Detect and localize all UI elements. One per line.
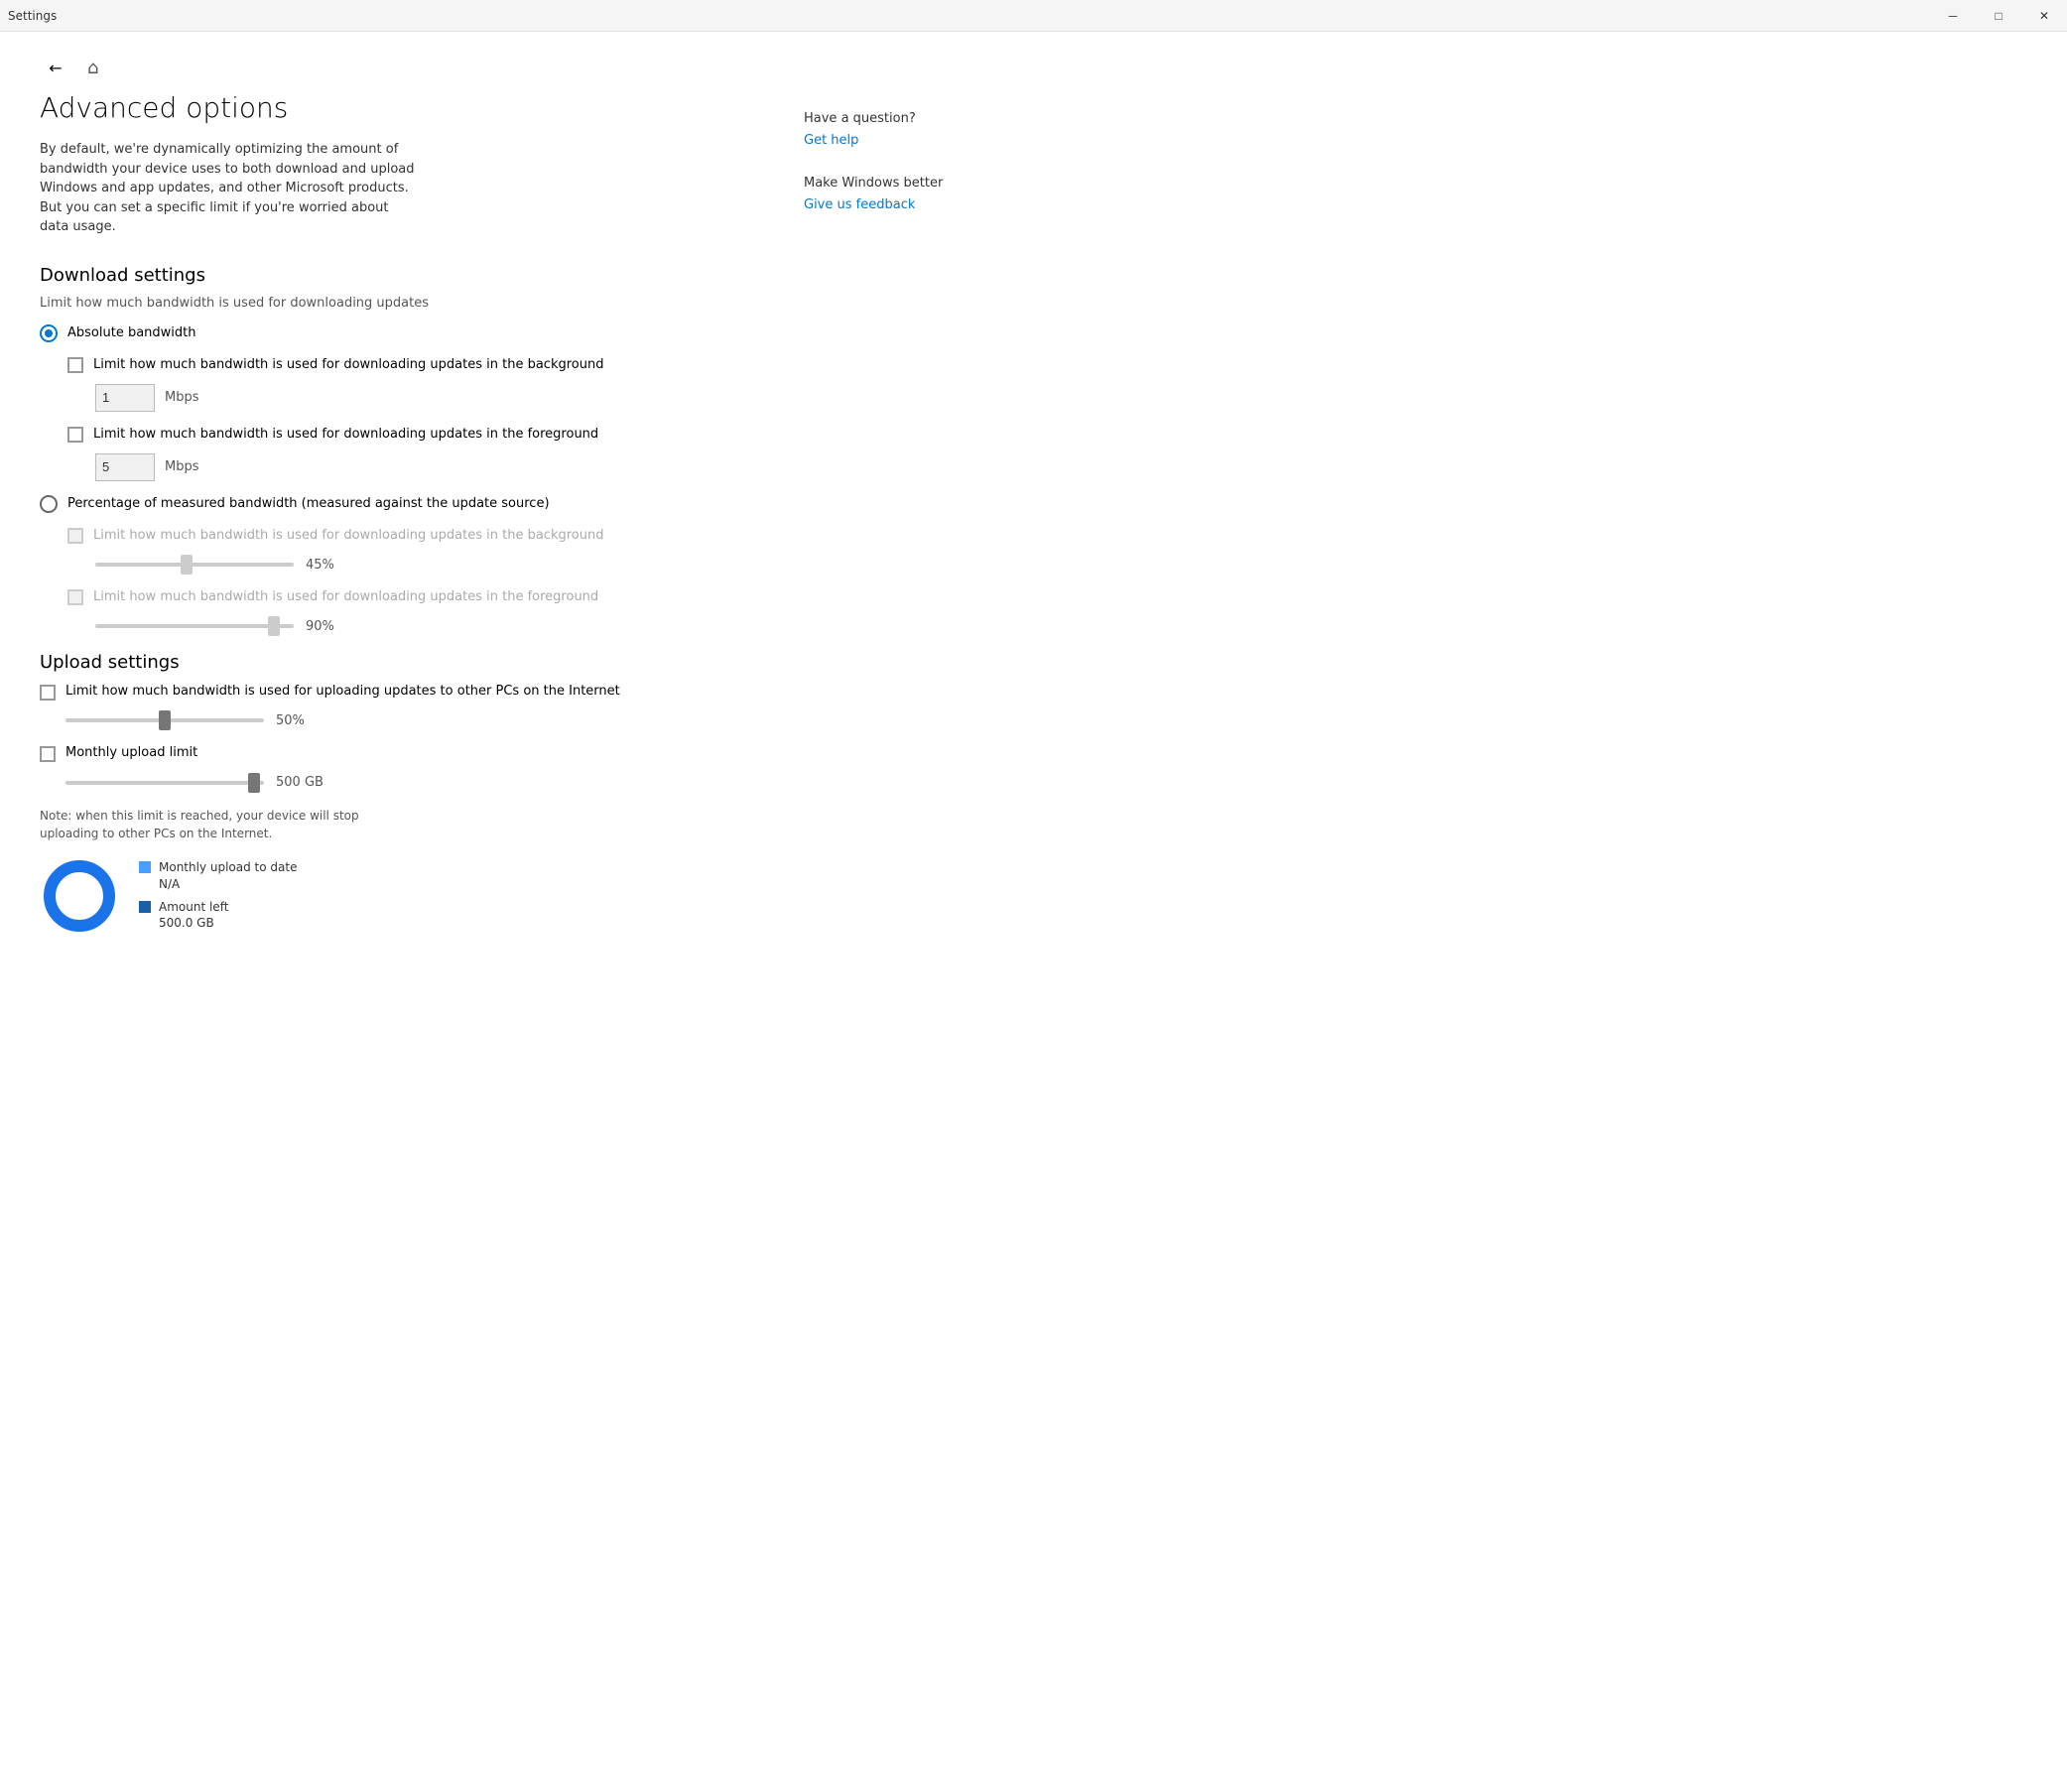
- radio-percentage-label: Percentage of measured bandwidth (measur…: [67, 496, 550, 511]
- back-icon: ←: [49, 59, 62, 77]
- fg-percent-checkbox-label: Limit how much bandwidth is used for dow…: [93, 588, 598, 606]
- fg-slider-track: [95, 624, 294, 628]
- bg-slider-container: [95, 555, 294, 575]
- bg-slider-thumb: [181, 555, 193, 575]
- donut-chart: [40, 856, 119, 936]
- help-section: Have a question? Get help: [804, 111, 982, 148]
- right-panel: Have a question? Get help Make Windows b…: [774, 32, 1012, 1792]
- monthly-checkbox-row: Monthly upload limit: [40, 744, 734, 762]
- foreground-mbps-input[interactable]: [95, 453, 155, 481]
- background-checkbox[interactable]: [67, 357, 83, 373]
- title-bar-title: Settings: [8, 9, 57, 23]
- radio-absolute-bandwidth[interactable]: Absolute bandwidth: [40, 324, 734, 342]
- bg-slider-track: [95, 563, 294, 567]
- download-sub-label: Limit how much bandwidth is used for dow…: [40, 296, 734, 311]
- upload-slider-value: 50%: [276, 713, 305, 728]
- monthly-slider-thumb: [248, 773, 260, 793]
- legend-amount-label: Amount left: [159, 900, 228, 914]
- bg-percent-checkbox: [67, 528, 83, 544]
- fg-slider-container: [95, 616, 294, 636]
- fg-slider-value: 90%: [306, 619, 334, 634]
- upload-slider-track: [65, 718, 264, 722]
- content-area: ← ⌂ Advanced options By default, we're d…: [0, 32, 2067, 1792]
- radio-absolute-input[interactable]: [40, 324, 58, 342]
- foreground-checkbox-label: Limit how much bandwidth is used for dow…: [93, 426, 598, 444]
- upload-checkbox-label: Limit how much bandwidth is used for upl…: [65, 683, 620, 701]
- page-title: Advanced options: [40, 91, 734, 124]
- monthly-slider-row: 500 GB: [65, 773, 734, 793]
- radio-percentage-bandwidth[interactable]: Percentage of measured bandwidth (measur…: [40, 495, 734, 513]
- upload-slider-row: 50%: [65, 710, 734, 730]
- legend-monthly-value: N/A: [159, 877, 180, 891]
- background-input-row: Mbps: [95, 384, 734, 412]
- chart-legend: Monthly upload to date N/A Amount left 5…: [139, 859, 297, 932]
- monthly-checkbox-label: Monthly upload limit: [65, 744, 197, 762]
- home-icon: ⌂: [87, 58, 98, 78]
- monthly-checkbox[interactable]: [40, 746, 56, 762]
- make-better-heading: Make Windows better: [804, 176, 982, 191]
- foreground-checkbox[interactable]: [67, 427, 83, 443]
- radio-percentage-input[interactable]: [40, 495, 58, 513]
- foreground-checkbox-row: Limit how much bandwidth is used for dow…: [67, 426, 734, 444]
- home-button[interactable]: ⌂: [87, 58, 98, 78]
- legend-dot-amount: [139, 901, 151, 913]
- upload-slider-thumb: [159, 710, 171, 730]
- upload-slider-container: [65, 710, 264, 730]
- bg-slider-value: 45%: [306, 558, 334, 573]
- fg-slider-thumb: [268, 616, 280, 636]
- get-help-link[interactable]: Get help: [804, 133, 858, 148]
- legend-monthly-label: Monthly upload to date: [159, 860, 297, 874]
- fg-percent-checkbox: [67, 589, 83, 605]
- header-nav: ← ⌂: [40, 52, 734, 83]
- back-button[interactable]: ←: [40, 52, 71, 83]
- monthly-slider-track: [65, 781, 264, 785]
- radio-absolute-label: Absolute bandwidth: [67, 325, 196, 340]
- fg-slider-row: 90%: [95, 616, 734, 636]
- bg-percent-checkbox-label: Limit how much bandwidth is used for dow…: [93, 527, 603, 545]
- background-mbps-unit: Mbps: [165, 390, 199, 405]
- legend-dot-monthly: [139, 861, 151, 873]
- upload-settings-heading: Upload settings: [40, 652, 734, 673]
- help-heading: Have a question?: [804, 111, 982, 126]
- download-settings-heading: Download settings: [40, 265, 734, 286]
- upload-checkbox[interactable]: [40, 685, 56, 701]
- maximize-button[interactable]: □: [1976, 0, 2021, 32]
- foreground-mbps-unit: Mbps: [165, 459, 199, 474]
- legend-amount-value: 500.0 GB: [159, 916, 214, 930]
- legend-item-monthly: Monthly upload to date N/A: [139, 859, 297, 893]
- legend-text-monthly: Monthly upload to date N/A: [159, 859, 297, 893]
- monthly-slider-container: [65, 773, 264, 793]
- main-panel: ← ⌂ Advanced options By default, we're d…: [0, 32, 774, 1792]
- minimize-button[interactable]: ─: [1930, 0, 1976, 32]
- bg-percent-checkbox-row: Limit how much bandwidth is used for dow…: [67, 527, 734, 545]
- background-checkbox-label: Limit how much bandwidth is used for dow…: [93, 356, 603, 374]
- close-button[interactable]: ✕: [2021, 0, 2067, 32]
- foreground-input-row: Mbps: [95, 453, 734, 481]
- legend-text-amount: Amount left 500.0 GB: [159, 899, 228, 933]
- chart-section: Monthly upload to date N/A Amount left 5…: [40, 856, 734, 936]
- background-checkbox-row: Limit how much bandwidth is used for dow…: [67, 356, 734, 374]
- description-text: By default, we're dynamically optimizing…: [40, 140, 417, 237]
- title-bar-controls: ─ □ ✕: [1930, 0, 2067, 32]
- feedback-section: Make Windows better Give us feedback: [804, 176, 982, 212]
- legend-item-amount: Amount left 500.0 GB: [139, 899, 297, 933]
- give-feedback-link[interactable]: Give us feedback: [804, 197, 915, 212]
- background-mbps-input[interactable]: [95, 384, 155, 412]
- monthly-slider-value: 500 GB: [276, 775, 323, 790]
- title-bar: Settings ─ □ ✕: [0, 0, 2067, 32]
- upload-checkbox-row: Limit how much bandwidth is used for upl…: [40, 683, 734, 701]
- bg-slider-row: 45%: [95, 555, 734, 575]
- note-text: Note: when this limit is reached, your d…: [40, 807, 417, 842]
- fg-percent-checkbox-row: Limit how much bandwidth is used for dow…: [67, 588, 734, 606]
